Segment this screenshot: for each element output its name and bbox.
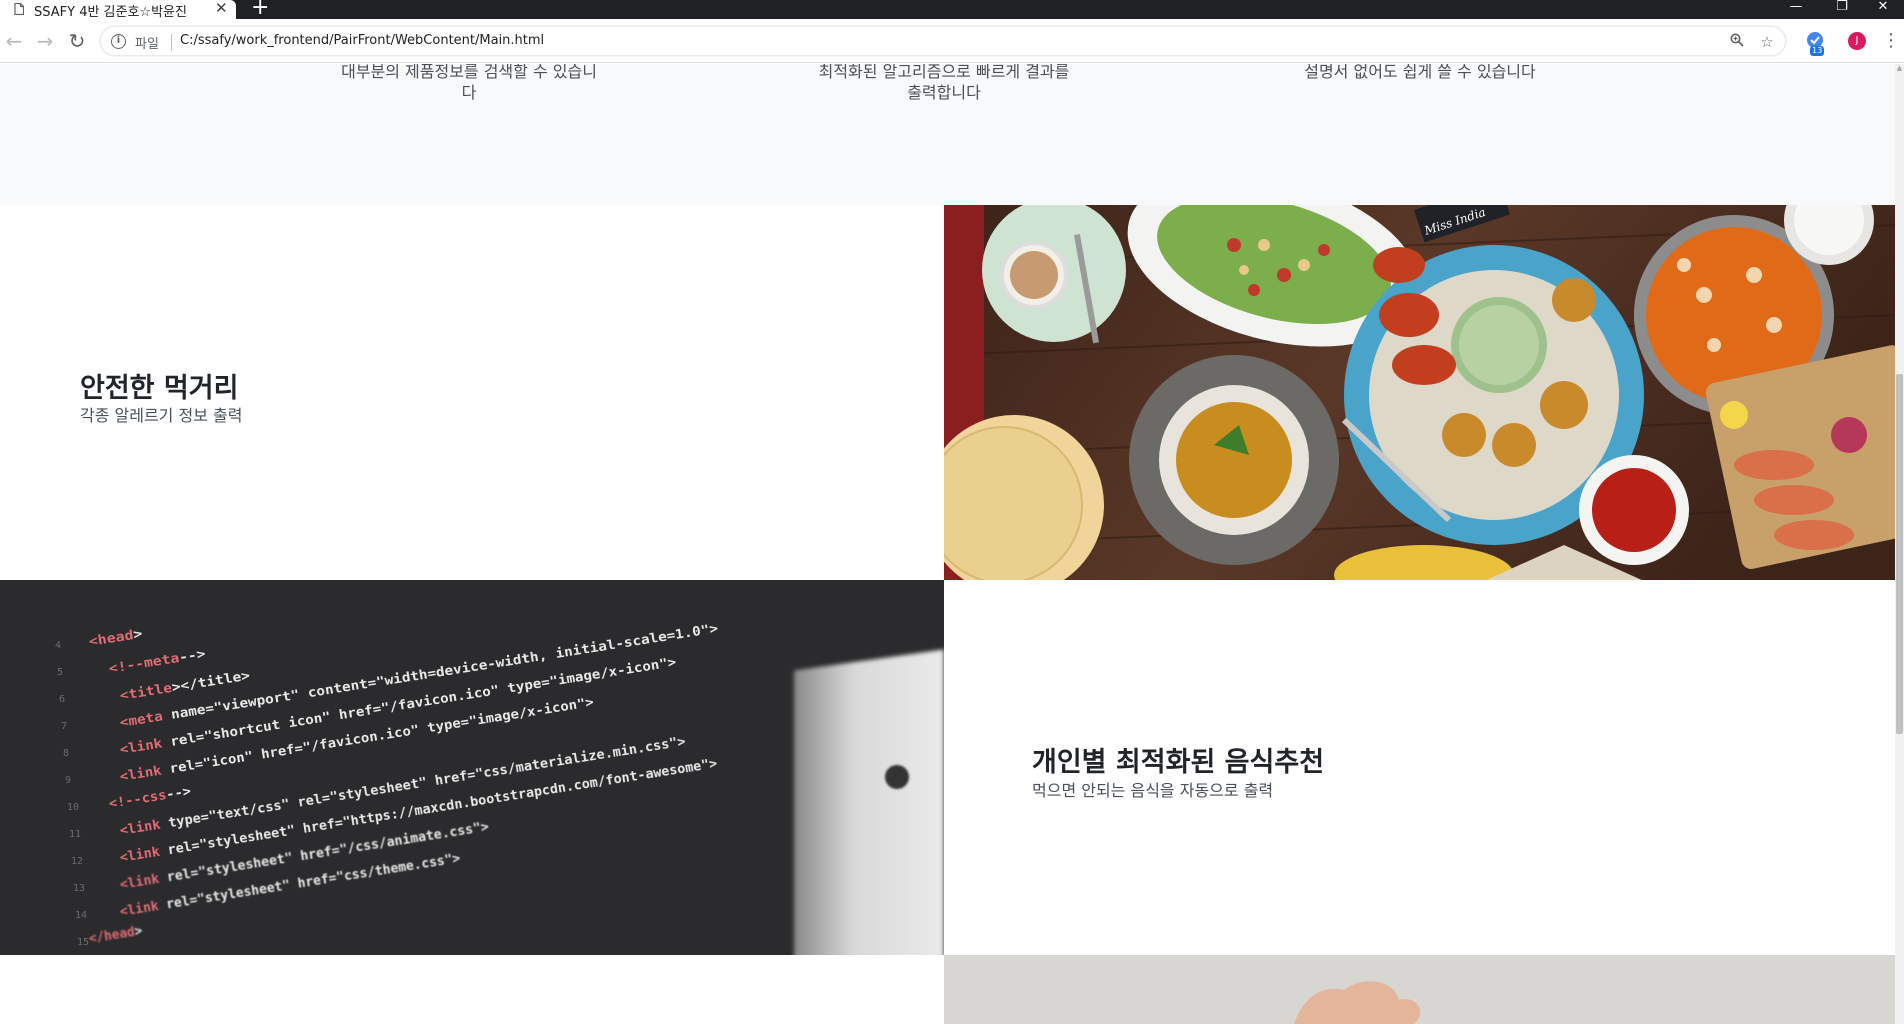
- code-line-number: 13: [73, 883, 86, 894]
- page-scrollbar[interactable]: ▲: [1895, 64, 1904, 1024]
- features-section: 대부분의 제품정보를 검색할 수 있습니다 최적화된 알고리즘으로 빠르게 결과…: [0, 64, 1895, 205]
- code-line-number: 6: [59, 694, 66, 705]
- restore-button[interactable]: ❐: [1827, 0, 1857, 16]
- feature-search-text: 대부분의 제품정보를 검색할 수 있습니다: [341, 64, 597, 102]
- url-scheme-label: 파일: [135, 37, 159, 52]
- showcase-row-safe-food: 안전한 먹거리 각종 알레르기 정보 출력 Miss India: [0, 205, 1895, 581]
- minimize-button[interactable]: —: [1781, 0, 1811, 16]
- code-line-number: 12: [71, 856, 84, 867]
- code-line-number: 5: [57, 667, 64, 678]
- laptop-screen-blur: [794, 649, 944, 956]
- showcase-text-block: 안전한 먹거리 각종 알레르기 정보 출력: [0, 205, 944, 581]
- code-line-number: 8: [63, 748, 70, 759]
- url-separator: [171, 34, 172, 51]
- code-line-number: 14: [75, 910, 88, 921]
- browser-tab[interactable]: SSAFY 4반 김준호☆박윤진 ✕: [0, 0, 236, 20]
- code-line-number: 9: [65, 775, 72, 786]
- browser-toolbar: ← → ↻ i 파일 C:/ssafy/work_frontend/PairFr…: [0, 19, 1904, 63]
- showcase-description: 먹으면 안되는 음식을 자동으로 출력: [1032, 781, 1274, 800]
- showcase-row-next: [0, 955, 1895, 1024]
- showcase-description: 각종 알레르기 정보 출력: [80, 406, 243, 425]
- hand-illustration: [944, 955, 1895, 1024]
- profile-avatar[interactable]: J: [1848, 32, 1866, 50]
- code-line-number: 4: [55, 640, 62, 651]
- close-tab-icon[interactable]: ✕: [215, 0, 228, 17]
- more-menu-icon[interactable]: ⋮: [1882, 29, 1900, 53]
- forward-arrow-icon[interactable]: →: [33, 29, 57, 53]
- scroll-up-arrow-icon[interactable]: ▲: [1895, 64, 1904, 74]
- tab-title: SSAFY 4반 김준호☆박윤진: [34, 5, 187, 20]
- showcase-text-block: 개인별 최적화된 음식추천 먹으면 안되는 음식을 자동으로 출력: [944, 580, 1895, 956]
- indian-food-spread-image: Miss India: [944, 205, 1895, 581]
- code-line: <!--css-->: [107, 784, 193, 812]
- showcase-title: 안전한 먹거리: [80, 373, 239, 404]
- extension-badge: 13: [1810, 46, 1825, 56]
- scroll-thumb[interactable]: [1896, 374, 1903, 734]
- back-arrow-icon[interactable]: ←: [2, 29, 26, 53]
- code-line-number: 15: [77, 937, 90, 948]
- address-bar[interactable]: i 파일 C:/ssafy/work_frontend/PairFront/We…: [100, 26, 1786, 56]
- code-line: <!--meta-->: [107, 646, 207, 677]
- showcase-title: 개인별 최적화된 음식추천: [1032, 747, 1325, 778]
- food-illustration: Miss India: [944, 205, 1895, 581]
- showcase-text-block: [0, 955, 944, 1024]
- code-line-number: 11: [69, 829, 82, 840]
- feature-speed-text: 최적화된 알고리즘으로 빠르게 결과를 출력합니다: [818, 64, 1070, 102]
- bookmark-star-icon[interactable]: ☆: [1757, 32, 1777, 52]
- code-line: <head>: [87, 626, 144, 650]
- laptop-logo-blur: [885, 765, 909, 789]
- new-tab-button[interactable]: +: [251, 0, 269, 19]
- showcase-row-recommendation: <head> 4 <!--meta--> 5 <title></title> 6 <meta…: [0, 580, 1895, 956]
- page-icon: [14, 3, 24, 15]
- close-window-button[interactable]: ✕: [1868, 0, 1898, 16]
- feature-easy-text: 설명서 없어도 쉽게 쓸 수 있습니다: [1304, 64, 1536, 81]
- reload-icon[interactable]: ↻: [65, 29, 89, 53]
- info-icon[interactable]: i: [111, 34, 126, 49]
- browser-tab-strip: SSAFY 4반 김준호☆박윤진 ✕ + — ❐ ✕: [0, 0, 1904, 20]
- code-editor-image: <head> 4 <!--meta--> 5 <title></title> 6 <meta…: [0, 580, 944, 956]
- code-line-number: 10: [67, 802, 80, 813]
- page-content: 대부분의 제품정보를 검색할 수 있습니다 최적화된 알고리즘으로 빠르게 결과…: [0, 64, 1895, 1024]
- hand-photo-image: [944, 955, 1895, 1024]
- code-line: </head>: [87, 923, 144, 947]
- url-text[interactable]: C:/ssafy/work_frontend/PairFront/WebCont…: [180, 33, 544, 48]
- code-line-number: 7: [61, 721, 68, 732]
- zoom-icon[interactable]: [1727, 32, 1747, 52]
